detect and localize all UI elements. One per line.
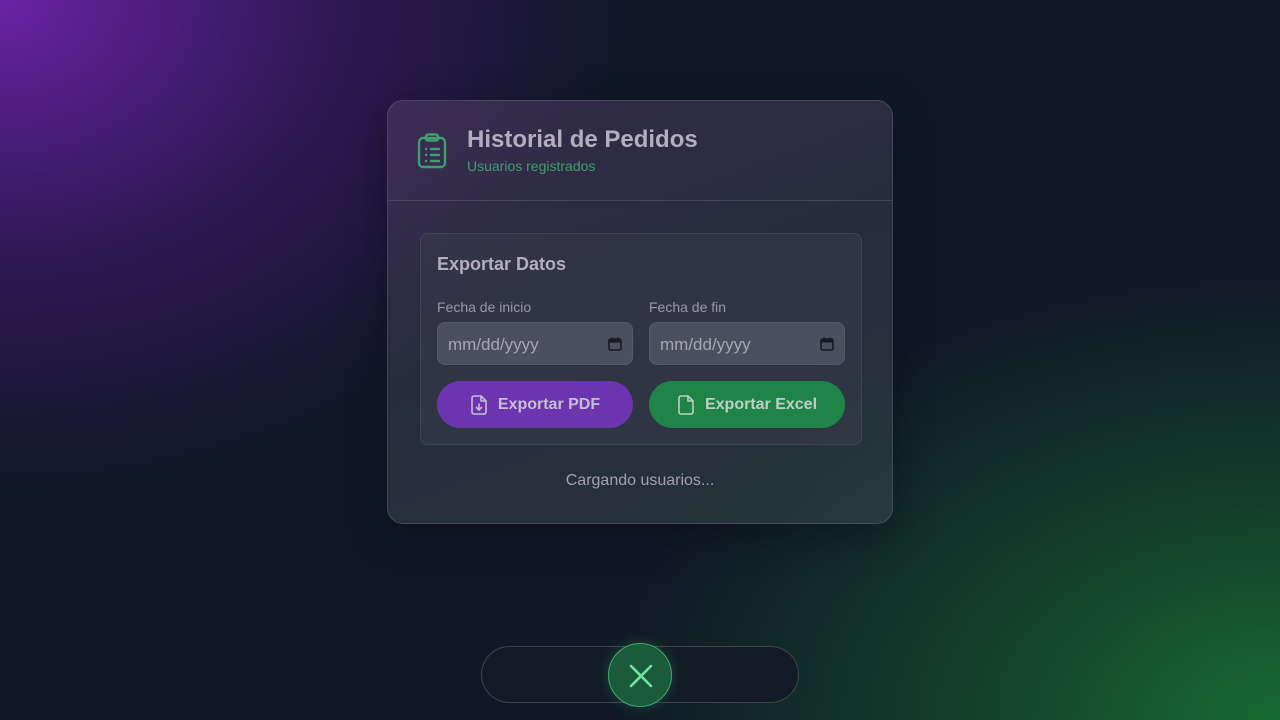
clipboard-list-icon [417, 133, 447, 169]
close-icon [629, 664, 653, 688]
loading-status: Cargando usuarios... [565, 472, 715, 489]
start-date-label: Fecha de inicio [437, 299, 532, 315]
file-icon [678, 394, 694, 415]
end-date-input[interactable]: mm/dd/yyyy [649, 322, 845, 365]
export-excel-label: Exportar Excel [704, 395, 818, 413]
calendar-icon[interactable] [820, 337, 834, 351]
orders-history-card: Historial de Pedidos Usuarios registrado… [387, 100, 893, 524]
card-header: Historial de Pedidos Usuarios registrado… [388, 101, 892, 201]
export-pdf-button[interactable]: Exportar PDF [437, 381, 633, 428]
page-subtitle: Usuarios registrados [467, 158, 596, 174]
start-date-input[interactable]: mm/dd/yyyy [437, 322, 633, 365]
file-download-icon [471, 394, 487, 415]
page-title: Historial de Pedidos [467, 126, 698, 153]
close-button[interactable] [608, 643, 672, 707]
calendar-icon[interactable] [608, 337, 622, 351]
export-title: Exportar Datos [437, 254, 567, 274]
end-date-label: Fecha de fin [649, 299, 727, 315]
export-excel-button[interactable]: Exportar Excel [649, 381, 845, 428]
start-date-value: mm/dd/yyyy [448, 335, 539, 354]
end-date-value: mm/dd/yyyy [660, 335, 751, 354]
export-pdf-label: Exportar PDF [497, 395, 601, 413]
export-panel: Exportar Datos Fecha de inicio Fecha de … [420, 233, 862, 445]
